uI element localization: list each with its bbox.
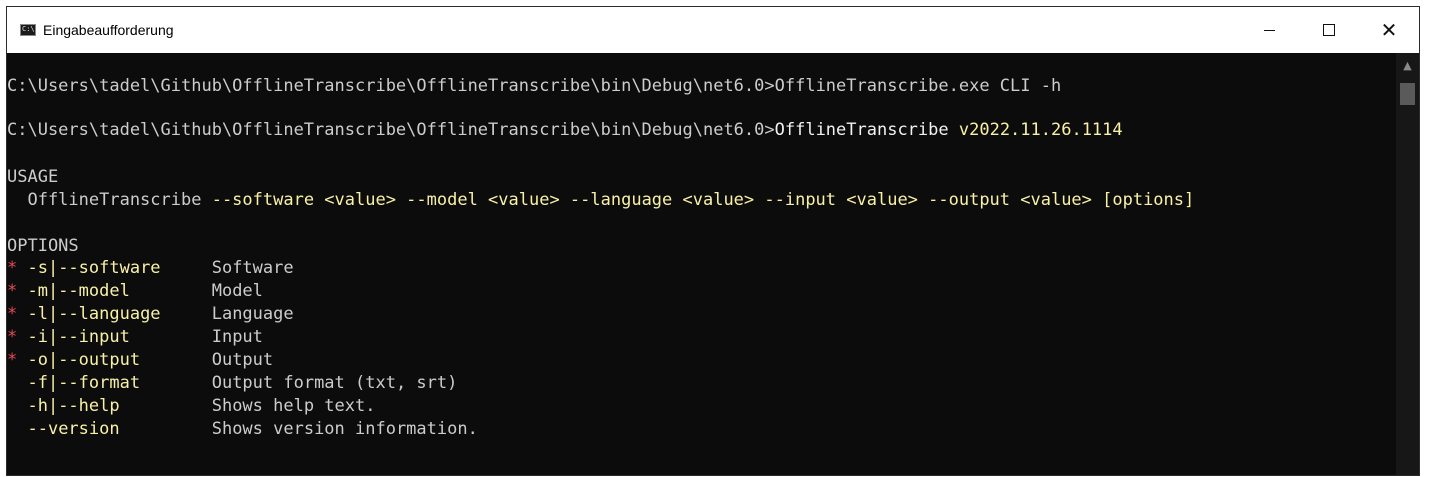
command-line: C:\Users\tadel\Github\OfflineTranscribe\… xyxy=(7,75,1061,97)
command-prompt-window: C:\ Eingabeaufforderung ✕ C:\Users\tadel… xyxy=(6,6,1420,476)
usage-line: OfflineTranscribe --software <value> --m… xyxy=(7,189,1194,211)
maximize-icon xyxy=(1323,24,1335,36)
required-marker xyxy=(7,373,17,393)
maximize-button[interactable] xyxy=(1299,7,1359,53)
required-marker: * xyxy=(7,281,18,301)
window-title: Eingabeaufforderung xyxy=(43,22,174,38)
option-flag: -h|--help xyxy=(17,396,212,416)
option-flag: -i|--input xyxy=(17,327,212,347)
option-row: * -l|--language Language xyxy=(7,303,294,325)
option-flag: -o|--output xyxy=(17,350,212,370)
minimize-button[interactable] xyxy=(1239,7,1299,53)
required-marker: * xyxy=(7,258,18,278)
window-controls: ✕ xyxy=(1239,7,1419,53)
app-name: OfflineTranscribe xyxy=(774,120,949,140)
option-flag: -f|--format xyxy=(17,373,212,393)
option-description: Software xyxy=(211,258,294,278)
vertical-scrollbar[interactable]: ▲ xyxy=(1396,53,1419,475)
option-row: -h|--help Shows help text. xyxy=(7,395,375,417)
app-version: v2022.11.26.1114 xyxy=(958,120,1123,140)
option-flag: -s|--software xyxy=(17,258,212,278)
usage-exe: OfflineTranscribe xyxy=(7,190,202,210)
close-button[interactable]: ✕ xyxy=(1359,7,1419,53)
required-marker: * xyxy=(7,350,18,370)
required-marker xyxy=(7,419,17,439)
option-flag: -l|--language xyxy=(17,304,212,324)
required-marker xyxy=(7,396,17,416)
prompt-path: C:\Users\tadel\Github\OfflineTranscribe\… xyxy=(7,76,775,96)
required-marker: * xyxy=(7,304,18,324)
usage-args: --software <value> --model <value> --lan… xyxy=(201,190,1195,210)
close-icon: ✕ xyxy=(1380,18,1398,42)
option-description: Input xyxy=(211,327,263,347)
option-description: Output format (txt, srt) xyxy=(211,373,458,393)
options-header: OPTIONS xyxy=(7,236,79,256)
option-row: * -s|--software Software xyxy=(7,257,294,279)
scroll-thumb[interactable] xyxy=(1400,83,1415,105)
option-row: * -m|--model Model xyxy=(7,280,263,302)
option-description: Output xyxy=(211,350,274,370)
minimize-icon xyxy=(1263,29,1275,31)
option-row: * -i|--input Input xyxy=(7,326,263,348)
option-flag: -m|--model xyxy=(17,281,212,301)
option-description: Language xyxy=(211,304,294,324)
version-line: C:\Users\tadel\Github\OfflineTranscribe\… xyxy=(7,119,1123,141)
option-flag: --version xyxy=(17,419,212,439)
option-row: * -o|--output Output xyxy=(7,349,273,371)
required-marker: * xyxy=(7,327,18,347)
console-output[interactable]: C:\Users\tadel\Github\OfflineTranscribe\… xyxy=(7,53,1395,475)
command-text: OfflineTranscribe.exe CLI -h xyxy=(774,76,1062,96)
scroll-up-icon[interactable]: ▲ xyxy=(1396,59,1419,72)
title-bar[interactable]: C:\ Eingabeaufforderung ✕ xyxy=(7,7,1419,53)
option-description: Shows version information. xyxy=(211,419,478,439)
option-row: --version Shows version information. xyxy=(7,418,478,440)
option-row: -f|--format Output format (txt, srt) xyxy=(7,372,457,394)
option-description: Shows help text. xyxy=(211,396,376,416)
cmd-icon: C:\ xyxy=(20,24,36,36)
usage-header: USAGE xyxy=(7,167,59,187)
prompt-path: C:\Users\tadel\Github\OfflineTranscribe\… xyxy=(7,120,775,140)
option-description: Model xyxy=(211,281,263,301)
